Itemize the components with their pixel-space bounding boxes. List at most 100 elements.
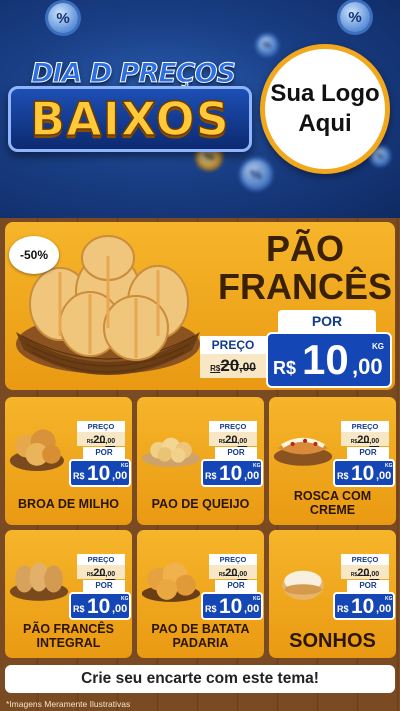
old-value: 20 <box>93 434 106 446</box>
product-card[interactable]: PREÇO R$20,00 POR R$ 10,00 KG BROA DE MILHO <box>5 397 132 525</box>
new-cents: ,00 <box>376 603 392 615</box>
hero-old-value: 20 <box>220 356 240 375</box>
new-currency: R$ <box>205 604 217 614</box>
new-price: R$ 10,00 KG <box>333 459 395 487</box>
hero-name-line1: PÃO <box>265 228 344 269</box>
new-price-label: POR <box>83 580 125 592</box>
old-price: R$20,00 <box>341 565 389 579</box>
old-value: 20 <box>225 567 238 579</box>
hero-product-name: PÃO FRANCÊS <box>215 230 395 306</box>
headline-baixos: BAIXOS <box>29 91 230 147</box>
new-cents: ,00 <box>244 603 260 615</box>
new-value: 10 <box>219 595 243 618</box>
product-name: PÃO FRANCÊS INTEGRAL <box>23 622 114 650</box>
old-value: 20 <box>357 567 370 579</box>
product-name: ROSCA COM CREME <box>293 489 372 517</box>
discount-badge: -50% <box>9 236 59 274</box>
product-name: BROA DE MILHO <box>18 497 119 511</box>
new-currency: R$ <box>73 604 85 614</box>
product-card[interactable]: PREÇO R$20,00 POR R$ 10,00 KG SONHOS <box>269 530 396 658</box>
old-price: R$20,00 <box>209 432 257 446</box>
pao-batata-icon <box>141 562 201 602</box>
new-price-label: POR <box>83 447 125 459</box>
new-cents: ,00 <box>112 470 128 482</box>
new-cents: ,00 <box>376 470 392 482</box>
pao-de-queijo-icon <box>141 437 201 467</box>
rosca-icon <box>273 437 333 466</box>
new-currency: R$ <box>337 604 349 614</box>
new-price-label: POR <box>215 580 257 592</box>
percent-badge-icon: % <box>340 2 370 32</box>
hero-new-price-label: POR <box>278 310 376 332</box>
hero-old-price-label: PREÇO <box>200 336 266 354</box>
hero-new-value: 10 <box>302 336 349 383</box>
old-cents: ,00 <box>369 438 380 445</box>
headline-baixos-box: BAIXOS <box>8 86 252 152</box>
old-value: 20 <box>93 567 106 579</box>
new-currency: R$ <box>337 471 349 481</box>
unit: KG <box>121 463 129 469</box>
product-name: PAO DE QUEIJO <box>151 497 250 511</box>
new-price: R$ 10,00 KG <box>201 592 263 620</box>
product-name: SONHOS <box>289 630 376 652</box>
new-value: 10 <box>351 462 375 485</box>
product-card[interactable]: PREÇO R$20,00 POR R$ 10,00 KG PAO DE BATATA PA… <box>137 530 264 658</box>
hero-old-cents: ,00 <box>239 360 256 374</box>
new-currency: R$ <box>73 471 85 481</box>
headline-dia-d-precos: DIA D PREÇOS <box>31 58 237 90</box>
unit: KG <box>253 596 261 602</box>
hero-name-line2: FRANCÊS <box>217 266 392 307</box>
hero-unit: KG <box>372 342 384 351</box>
unit: KG <box>385 596 393 602</box>
percent-badge-icon: % <box>242 160 270 188</box>
new-value: 10 <box>219 462 243 485</box>
new-price-label: POR <box>347 580 389 592</box>
hero-new-price: R$ 10 ,00 KG <box>266 332 392 388</box>
product-card[interactable]: PREÇO R$20,00 POR R$ 10,00 KG PAO DE QUEIJO <box>137 397 264 525</box>
old-cents: ,00 <box>105 438 116 445</box>
product-card[interactable]: PREÇO R$20,00 POR R$ 10,00 KG ROSCA COM CREME <box>269 397 396 525</box>
broa-icon <box>9 429 64 471</box>
hero-new-cents: ,00 <box>352 354 383 379</box>
new-cents: ,00 <box>244 470 260 482</box>
new-value: 10 <box>87 462 111 485</box>
hero-old-price: R$20,00 <box>200 354 266 378</box>
new-price: R$ 10,00 KG <box>69 459 131 487</box>
old-cents: ,00 <box>237 571 248 578</box>
old-cents: ,00 <box>105 571 116 578</box>
old-cents: ,00 <box>237 438 248 445</box>
logo-placeholder[interactable]: Sua Logo Aqui <box>260 44 390 174</box>
product-name: PAO DE BATATA PADARIA <box>151 622 250 650</box>
old-value: 20 <box>225 434 238 446</box>
new-currency: R$ <box>205 471 217 481</box>
product-card[interactable]: PREÇO R$20,00 POR R$ 10,00 KG PÃO FRANCÊS INTE… <box>5 530 132 658</box>
unit: KG <box>385 463 393 469</box>
old-price: R$20,00 <box>77 432 125 446</box>
old-price: R$20,00 <box>341 432 389 446</box>
new-price-label: POR <box>347 447 389 459</box>
old-price: R$20,00 <box>209 565 257 579</box>
new-price-label: POR <box>215 447 257 459</box>
hero-new-currency: R$ <box>273 358 297 378</box>
old-value: 20 <box>357 434 370 446</box>
sonho-icon <box>282 570 324 600</box>
disclaimer-text: *Imagens Meramente Ilustrativas <box>6 699 131 709</box>
new-price: R$ 10,00 KG <box>69 592 131 620</box>
logo-text-line2: Aqui <box>298 110 352 137</box>
cta-banner[interactable]: Crie seu encarte com este tema! <box>5 665 395 693</box>
old-cents: ,00 <box>369 571 380 578</box>
percent-badge-icon: % <box>258 36 276 54</box>
new-price: R$ 10,00 KG <box>333 592 395 620</box>
unit: KG <box>121 596 129 602</box>
new-value: 10 <box>87 595 111 618</box>
new-cents: ,00 <box>112 603 128 615</box>
new-price: R$ 10,00 KG <box>201 459 263 487</box>
logo-text-line1: Sua Logo <box>270 80 380 107</box>
pao-integral-icon <box>9 562 69 601</box>
old-price: R$20,00 <box>77 565 125 579</box>
hero-old-currency: R$ <box>210 364 221 373</box>
new-value: 10 <box>351 595 375 618</box>
header-banner: % % % % % % DIA D PREÇOS BAIXOS Sua Logo… <box>0 0 400 218</box>
unit: KG <box>253 463 261 469</box>
percent-badge-icon: % <box>48 3 78 33</box>
